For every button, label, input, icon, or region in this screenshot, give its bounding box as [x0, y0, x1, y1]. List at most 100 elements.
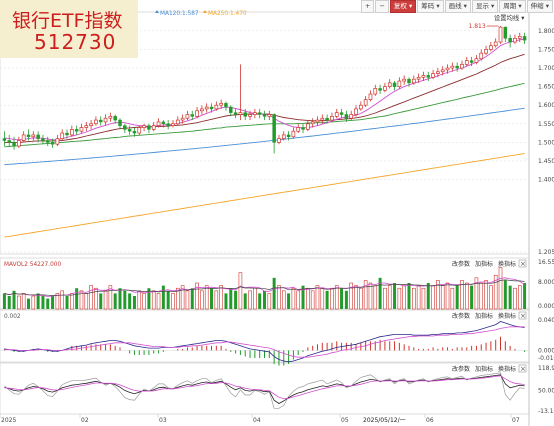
panel-button-2-0[interactable]: 改参数 — [452, 365, 470, 373]
panel-frame-3 — [0, 362, 530, 415]
volume-bar — [272, 277, 276, 309]
volume-bar — [161, 285, 165, 309]
toolbar-button-2[interactable]: 复权 ▾ — [389, 0, 417, 13]
volume-bar — [26, 298, 30, 309]
toolbar-button-1[interactable]: − — [375, 0, 389, 13]
candle-body — [320, 117, 325, 121]
volume-bar — [387, 285, 392, 310]
volume-bar — [470, 285, 474, 309]
panel-close-icon[interactable]: × — [520, 260, 526, 268]
candle-body — [185, 114, 190, 119]
candle-body — [262, 114, 267, 117]
toolbar: + − 复权 ▾ 筹码 ▾ 画线 ▾ 显示 ▾ 周期 ▾ 伸缩 ▾ — [361, 0, 554, 13]
panel-button-2-1[interactable]: 加指标 — [475, 365, 493, 373]
toolbar-button-5[interactable]: 显示 ▾ — [471, 0, 499, 13]
price-tick-label: 1.750 — [538, 46, 554, 53]
fund-name: 银行ETF指数 — [12, 10, 123, 32]
candle-body — [267, 114, 272, 117]
candle-body — [469, 60, 474, 63]
candle-body — [21, 134, 26, 141]
candle-body — [397, 80, 402, 87]
volume-bar — [397, 287, 402, 310]
candle-body — [233, 112, 238, 115]
candle-body — [402, 78, 407, 82]
candle-body — [363, 99, 368, 106]
panel-button-1-0[interactable]: 改参数 — [452, 312, 470, 320]
kdj-tick-label: 50.00 — [538, 387, 554, 394]
panel-button-1-1[interactable]: 加指标 — [475, 312, 493, 320]
volume-bar — [513, 287, 517, 310]
volume-bar — [517, 285, 522, 310]
volume-tick-label: 16.555 — [538, 259, 554, 266]
toolbar-button-6[interactable]: 周期 ▾ — [499, 0, 526, 13]
volume-tick-label: 0.000 — [538, 303, 554, 310]
toolbar-button-3[interactable]: 筹码 ▾ — [417, 0, 444, 13]
candle-body — [17, 140, 21, 147]
candle-body — [291, 130, 296, 138]
volume-bar — [123, 290, 127, 309]
candle-body — [65, 132, 69, 136]
ma-legend-label: MA250:1.470 — [208, 11, 247, 17]
candle-body — [108, 115, 113, 119]
volume-bar — [248, 290, 252, 310]
panel-button-1-2[interactable]: 换指标 — [498, 312, 516, 320]
candle-body — [98, 119, 103, 123]
candle-body — [358, 104, 363, 110]
x-tick-label: 04 — [253, 417, 261, 424]
macd-panel-marks — [0, 321, 529, 366]
volume-bar — [210, 288, 214, 309]
candle-body — [103, 117, 108, 123]
volume-bar — [151, 290, 156, 310]
kdj-k-line — [4, 374, 525, 404]
candle-body — [50, 142, 55, 145]
x-tick-label: 05 — [341, 417, 349, 424]
volume-bar — [103, 290, 108, 310]
volume-bar — [89, 285, 93, 310]
price-tick-label: 1.650 — [538, 84, 554, 91]
volume-bar — [7, 296, 11, 309]
volume-bar — [354, 285, 358, 310]
panel-button-0-0[interactable]: 改参数 — [452, 260, 470, 268]
volume-bar — [253, 287, 257, 310]
volume-bar — [315, 285, 320, 310]
candle-body — [436, 71, 440, 74]
x-tick-label: 07 — [512, 417, 520, 424]
volume-bar — [287, 293, 291, 309]
x-tick-label: 03 — [159, 417, 167, 424]
volume-bar — [258, 293, 262, 309]
panel-button-2-2[interactable]: 换指标 — [498, 365, 516, 373]
price-tick-label: 1.500 — [538, 139, 554, 146]
volume-bar — [70, 293, 74, 310]
candle-body — [142, 125, 146, 128]
candle-body — [214, 104, 219, 110]
panel-close-icon[interactable]: × — [520, 365, 526, 373]
volume-bar — [200, 290, 204, 310]
x-tick-label: 2025 — [1, 417, 16, 424]
candle-body — [175, 119, 180, 125]
volume-title: MAVOL2 54227.000 — [4, 262, 61, 268]
candle-body — [426, 75, 431, 78]
price-tick-label: 1.800 — [538, 28, 554, 35]
candle-body — [171, 123, 175, 126]
volume-bar — [383, 287, 387, 310]
panel-button-0-2[interactable]: 换指标 — [498, 260, 516, 268]
panel-close-icon[interactable]: × — [520, 312, 526, 320]
candle-body — [224, 103, 228, 108]
toolbar-button-7[interactable]: 伸缩 ▾ — [526, 0, 553, 13]
volume-bar — [267, 293, 272, 310]
volume-bar — [440, 285, 445, 310]
toolbar-button-0[interactable]: + — [361, 0, 375, 13]
candle-body — [349, 114, 354, 119]
volume-bar — [445, 282, 450, 310]
candle-body — [113, 116, 117, 121]
candle-body — [204, 106, 209, 110]
volume-bar — [465, 282, 469, 310]
toolbar-button-4[interactable]: 画线 ▾ — [444, 0, 471, 13]
panel-button-0-1[interactable]: 加指标 — [475, 260, 493, 268]
volume-bar — [503, 280, 507, 309]
candle-body — [219, 102, 223, 106]
candle-body — [498, 26, 503, 43]
candle-body — [7, 140, 11, 143]
candle-body — [147, 125, 151, 130]
title-box: 银行ETF指数 512730 — [0, 0, 138, 58]
